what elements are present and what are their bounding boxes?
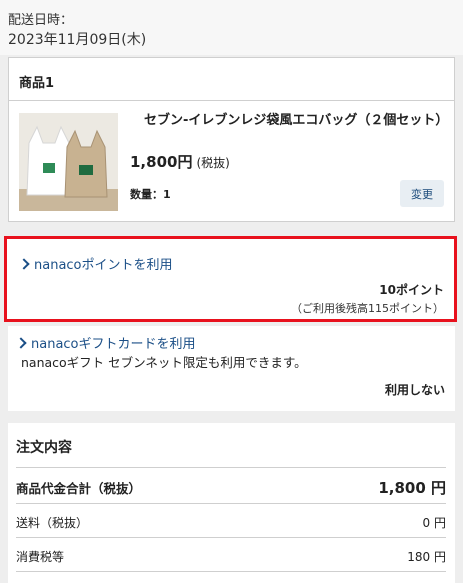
delivery-section: 配送日時： 2023年11月09日(木) [0,0,463,55]
order-row-label: 消費税等 [16,550,65,564]
order-row-value: 1,800 円 [378,479,446,497]
price-value: 1,800円 [130,153,193,171]
divider [16,467,446,468]
product-image [19,113,118,211]
divider [16,571,446,572]
product-name[interactable]: セブン‐イレブンレジ袋風エコバッグ（２個セット） [130,111,452,130]
nanaco-gift-status: 利用しない [384,383,445,397]
product-section-title: 商品1 [9,58,454,101]
chevron-right-icon [18,257,30,270]
price-tax-note: (税抜) [196,156,230,170]
order-row-value: 0 円 [422,516,446,530]
nanaco-gift-description: nanacoギフト セブンネット限定も利用できます。 [21,355,307,370]
nanaco-gift-section: nanacoギフトカードを利用 nanacoギフト セブンネット限定も利用できま… [8,326,455,411]
order-row-subtotal: 商品代金合計（税抜） 1,800 円 [16,477,446,498]
product-quantity: 数量：1 [130,188,171,201]
nanaco-point-link-label: nanacoポイントを利用 [34,258,173,273]
divider [16,503,446,504]
change-button[interactable]: 変更 [400,180,444,207]
chevron-right-icon [15,336,27,349]
delivery-date: 2023年11月09日(木) [8,32,147,48]
divider [16,537,446,538]
delivery-label: 配送日時： [8,13,74,28]
nanaco-points-remaining: （ご利用後残高115ポイント） [291,302,444,315]
nanaco-points-used: 10ポイント [379,283,444,297]
nanaco-gift-link-label: nanacoギフトカードを利用 [31,337,196,352]
nanaco-point-section: nanacoポイントを利用 10ポイント （ご利用後残高115ポイント） [4,236,457,322]
nanaco-point-link[interactable]: nanacoポイントを利用 [18,254,173,273]
product-card: 商品1 セブン‐イレブンレジ袋風エコバッグ（２個セット） 1,800円 (税抜) … [8,57,455,222]
order-row-label: 商品代金合計（税抜） [16,481,142,496]
order-summary-title: 注文内容 [16,440,72,456]
nanaco-gift-link[interactable]: nanacoギフトカードを利用 [15,333,196,352]
product-price: 1,800円 (税抜) [130,151,230,172]
order-row-value: 180 円 [407,550,446,564]
order-summary: 注文内容 商品代金合計（税抜） 1,800 円 送料（税抜） 0 円 消費税等 … [8,423,455,583]
order-row-tax: 消費税等 180 円 [16,548,446,565]
order-row-shipping: 送料（税抜） 0 円 [16,514,446,531]
order-row-label: 送料（税抜） [16,516,89,530]
